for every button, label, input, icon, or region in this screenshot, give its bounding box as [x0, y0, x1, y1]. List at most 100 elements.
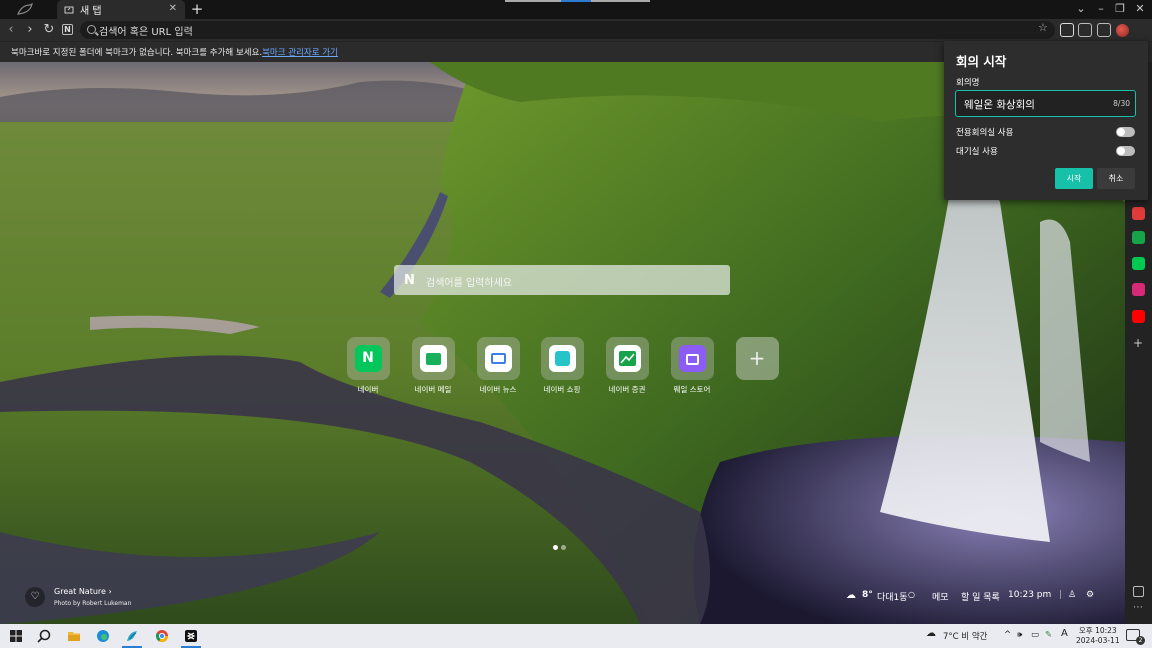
naver-home-button[interactable]: N — [62, 24, 73, 35]
wallpaper-title[interactable]: Great Nature › — [54, 587, 112, 596]
shortcut-naver-stock[interactable]: 네이버 증권 — [594, 337, 660, 395]
settings-gear-icon[interactable]: ⚙ — [1086, 590, 1094, 600]
naver-logo-icon: N — [404, 273, 415, 288]
taskbar-whale[interactable] — [119, 626, 145, 648]
shortcut-naver[interactable]: N 네이버 — [335, 337, 401, 395]
shortcut-naver-mail[interactable]: 네이버 메일 — [400, 337, 466, 395]
split-view-icon[interactable] — [1097, 23, 1111, 37]
stock-icon[interactable] — [1132, 231, 1145, 244]
sidebar-more-icon[interactable]: ⋯ — [1133, 602, 1143, 613]
memo-widget[interactable]: 메모 — [932, 590, 949, 603]
naver-icon: N — [354, 345, 382, 372]
main-search-box[interactable]: N 검색어를 입력하세요 — [394, 265, 730, 295]
widget-divider: | — [1059, 590, 1063, 600]
notification-count: 2 — [1136, 636, 1145, 645]
main-search-placeholder: 검색어를 입력하세요 — [426, 278, 512, 289]
cancel-button[interactable]: 취소 — [1097, 168, 1135, 189]
windows-taskbar: ☁ 7°C 비 약간 ^ 🕪 ▭ ✎ A 오후 10:23 2024-03-11… — [0, 624, 1152, 648]
shortcut-whale-store[interactable]: 웨일 스토어 — [659, 337, 725, 395]
page-indicator — [553, 539, 569, 553]
panel-title: 회의 시작 — [956, 54, 1007, 69]
clock-time: 오후 10:23 — [1078, 626, 1117, 635]
page-dot[interactable] — [561, 545, 566, 550]
instagram-icon[interactable] — [1132, 283, 1145, 296]
dedicated-room-toggle[interactable] — [1116, 127, 1135, 137]
forward-button[interactable]: › — [22, 21, 38, 39]
weather-rain-icon[interactable]: ☁ — [926, 628, 936, 639]
chrome-icon — [155, 630, 168, 643]
taskbar-chrome[interactable] — [149, 626, 175, 646]
meeting-icon[interactable] — [1060, 23, 1074, 37]
volume-icon[interactable]: 🕪 — [1017, 630, 1022, 640]
drag-indicator — [505, 0, 650, 2]
windows-logo-icon — [10, 630, 22, 642]
reload-button[interactable]: ↻ — [41, 21, 57, 39]
taskbar-weather[interactable]: 7°C 비 약간 — [943, 630, 987, 642]
tab-list-dropdown-icon[interactable]: ⌄ — [1071, 0, 1091, 19]
todo-widget[interactable]: 할 일 목록 — [961, 590, 1000, 603]
shortcut-naver-shopping[interactable]: 네이버 쇼핑 — [529, 337, 595, 395]
tray-expand-icon[interactable]: ^ — [1004, 630, 1011, 640]
bookmark-manager-link[interactable]: 북마크 관리자로 가기 — [262, 48, 338, 58]
wallpaper-credit: Photo by Robert Lukeman — [54, 600, 132, 607]
whale-browser-icon — [127, 631, 137, 641]
start-button[interactable] — [3, 626, 29, 646]
address-placeholder: 검색어 혹은 URL 입력 — [99, 27, 193, 38]
start-meeting-button[interactable]: 시작 — [1055, 168, 1093, 189]
whale-store-icon — [678, 345, 706, 372]
search-icon — [87, 25, 96, 34]
open-external-icon[interactable] — [1133, 586, 1144, 597]
back-button[interactable]: ‹ — [3, 21, 19, 39]
whale-logo-icon[interactable] — [16, 3, 34, 16]
taskbar-file-explorer[interactable] — [61, 626, 87, 646]
taskbar-search-button[interactable] — [31, 626, 57, 646]
search-icon — [37, 629, 51, 643]
webtoon-icon[interactable] — [1132, 257, 1145, 270]
weather-location[interactable]: 다대1동 — [877, 590, 908, 603]
dedicated-room-label: 전용회의실 사용 — [956, 128, 1014, 138]
weather-cloud-icon[interactable]: ☁ — [846, 590, 856, 601]
new-tab-icon — [64, 6, 74, 13]
clock-widget[interactable]: 10:23 pm — [1008, 590, 1051, 600]
naver-stock-icon — [613, 345, 641, 372]
tab-title: 새 탭 — [80, 6, 102, 17]
add-shortcut-button[interactable]: + — [724, 337, 790, 380]
meeting-name-input[interactable]: 웨일온 화상회의 8/30 — [955, 90, 1136, 117]
tab-close-icon[interactable]: ✕ — [169, 3, 177, 14]
add-shortcut-icon: + — [748, 346, 766, 370]
notification-center-icon[interactable]: 2 — [1126, 629, 1145, 645]
edge-icon — [97, 630, 109, 642]
waiting-room-label: 대기실 사용 — [956, 147, 998, 157]
bookmark-bar-message: 북마크바로 지정된 폴더에 북마크가 없습니다. 북마크를 추가해 보세요.북마… — [11, 46, 338, 58]
location-refresh-icon[interactable]: ○ — [908, 590, 915, 599]
taskbar-clock[interactable]: 오후 10:23 2024-03-11 — [1076, 626, 1120, 646]
weather-temperature[interactable]: 8° — [862, 590, 873, 600]
waiting-room-toggle[interactable] — [1116, 146, 1135, 156]
customize-icon[interactable]: ♙ — [1068, 590, 1076, 600]
navigation-toolbar: ‹ › ↻ N 검색어 혹은 URL 입력 ☆ ⋮ — [0, 19, 1152, 54]
close-window-button[interactable]: ✕ — [1130, 0, 1150, 19]
meeting-start-panel: 회의 시작 회의명 웨일온 화상회의 8/30 전용회의실 사용 대기실 사용 … — [944, 41, 1148, 200]
capture-icon[interactable] — [1078, 23, 1092, 37]
char-counter: 8/30 — [1113, 99, 1130, 108]
youtube-icon[interactable] — [1132, 310, 1145, 323]
bookmark-empty-text: 북마크바로 지정된 폴더에 북마크가 없습니다. 북마크를 추가해 보세요. — [11, 48, 263, 58]
page-dot-active[interactable] — [553, 545, 558, 550]
meeting-name-label: 회의명 — [956, 78, 980, 88]
taskbar-edge[interactable] — [90, 626, 116, 646]
address-bar[interactable]: 검색어 혹은 URL 입력 — [80, 21, 1055, 39]
restore-button[interactable]: ❐ — [1110, 0, 1130, 19]
ime-indicator[interactable]: A — [1061, 628, 1068, 639]
shortcut-naver-news[interactable]: 네이버 뉴스 — [465, 337, 531, 395]
calendar-icon[interactable] — [1132, 207, 1145, 220]
minimize-button[interactable]: – — [1091, 0, 1111, 19]
pen-icon[interactable]: ✎ — [1045, 630, 1052, 640]
new-tab-button[interactable]: + — [189, 0, 205, 19]
tab-new-tab[interactable]: 새 탭 ✕ — [57, 0, 185, 19]
add-sidebar-app-icon[interactable]: + — [1133, 336, 1143, 350]
favorite-heart-icon[interactable]: ♡ — [25, 587, 45, 607]
bookmark-star-icon[interactable]: ☆ — [1038, 21, 1052, 35]
profile-avatar[interactable] — [1116, 24, 1129, 37]
network-icon[interactable]: ▭ — [1031, 630, 1039, 640]
taskbar-capcut[interactable] — [178, 626, 204, 648]
